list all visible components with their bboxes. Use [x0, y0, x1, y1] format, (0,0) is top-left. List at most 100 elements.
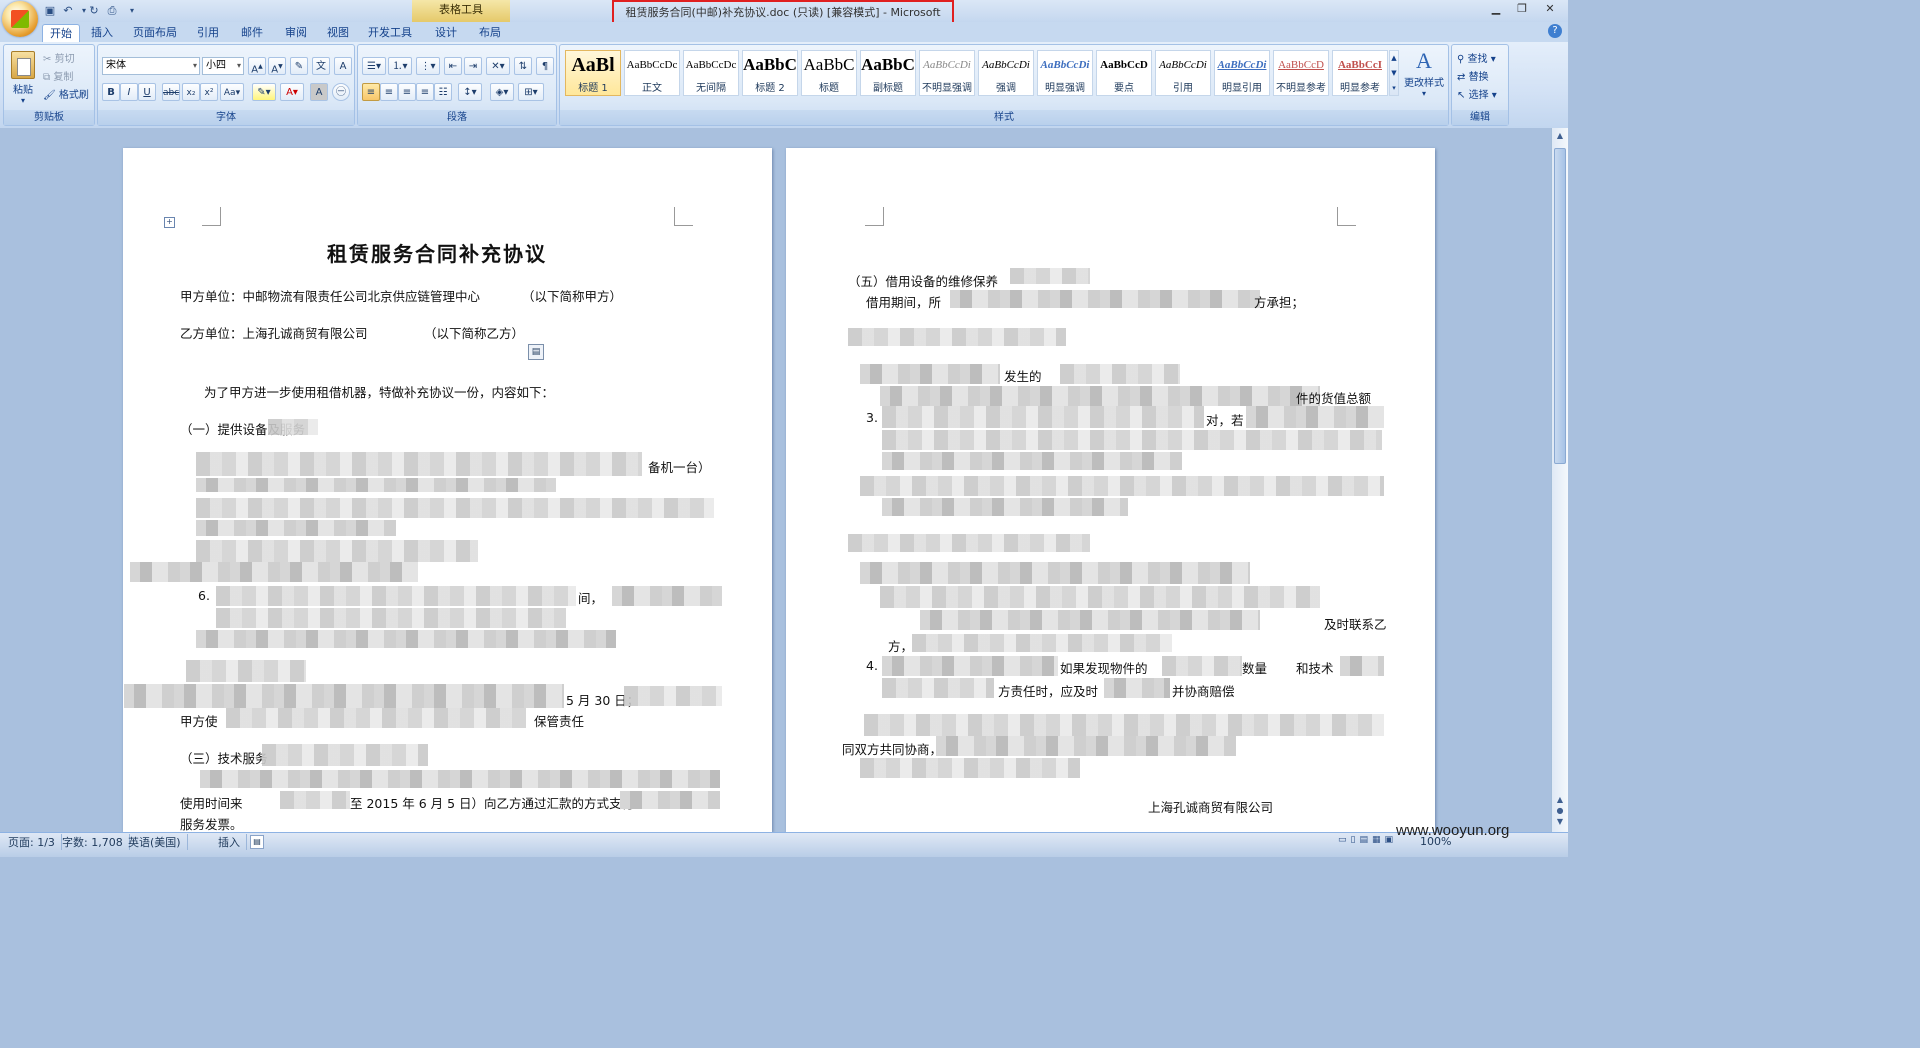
borders-icon[interactable]: ⊞▾ — [518, 83, 544, 101]
tab-view[interactable]: 视图 — [322, 24, 354, 42]
text-fragment: 方， — [888, 639, 914, 654]
font-color-icon[interactable]: A▾ — [280, 83, 304, 101]
italic-icon[interactable]: I — [120, 83, 138, 101]
numbering-icon[interactable]: ⒈▾ — [388, 57, 412, 75]
char-shading-icon[interactable]: A — [310, 83, 328, 101]
style-strong[interactable]: AaBbCcD 要点 — [1096, 50, 1152, 96]
text-fragment: 对，若 — [1206, 413, 1244, 428]
underline-icon[interactable]: U — [138, 83, 156, 101]
signature-company: 上海孔诚商贸有限公司 — [1148, 800, 1274, 815]
macro-record-icon[interactable]: ▤ — [250, 835, 264, 849]
shrink-font-icon[interactable]: A▼ — [268, 57, 286, 75]
style-emphasis[interactable]: AaBbCcDi 强调 — [978, 50, 1034, 96]
redo-icon[interactable]: ↻ — [86, 3, 102, 19]
tab-design[interactable]: 设计 — [430, 24, 462, 42]
style-normal[interactable]: AaBbCcDc 正文 — [624, 50, 680, 96]
enclose-char-icon[interactable]: ㊀ — [332, 83, 350, 101]
help-icon[interactable]: ? — [1548, 24, 1562, 38]
close-icon[interactable]: ✕ — [1538, 0, 1562, 18]
customize-toolbar-icon[interactable]: ▾ — [124, 3, 140, 19]
style-subtle-emphasis[interactable]: AaBbCcDi 不明显强调 — [919, 50, 975, 96]
style-name: 不明显强调 — [922, 83, 972, 94]
copy-button[interactable]: ⧉ 复制 — [42, 67, 94, 85]
tab-references[interactable]: 引用 — [192, 24, 224, 42]
print-preview-icon[interactable]: ⎙ — [104, 3, 120, 19]
strikethrough-icon[interactable]: abc — [162, 83, 180, 101]
grow-font-icon[interactable]: A▲ — [248, 57, 266, 75]
find-button[interactable]: ⚲ 查找 ▾ — [1456, 49, 1510, 67]
status-page[interactable]: 页面: 1/3 — [2, 834, 62, 850]
tab-page-layout[interactable]: 页面布局 — [130, 24, 180, 42]
justify-icon[interactable]: ≡ — [416, 83, 434, 101]
align-left-icon[interactable]: ≡ — [362, 83, 380, 101]
style-title[interactable]: AaBbC 标题 — [801, 50, 857, 96]
text-fragment: 甲方使 — [180, 714, 218, 729]
redacted-block — [880, 586, 1320, 608]
style-intense-emphasis[interactable]: AaBbCcDi 明显强调 — [1037, 50, 1093, 96]
table-move-handle-icon[interactable]: + — [164, 217, 175, 228]
scroll-up-icon[interactable]: ▲ — [1554, 131, 1566, 143]
chinese-layout-icon[interactable]: ✕▾ — [486, 57, 510, 75]
highlight-icon[interactable]: ✎▾ — [252, 83, 276, 101]
superscript-icon[interactable]: x² — [200, 83, 218, 101]
tab-home[interactable]: 开始 — [42, 24, 80, 43]
line-spacing-icon[interactable]: ↕▾ — [458, 83, 482, 101]
phonetic-guide-icon[interactable]: 文 — [312, 57, 330, 75]
distribute-icon[interactable]: ☷ — [434, 83, 452, 101]
save-icon[interactable]: ▣ — [42, 3, 58, 19]
style-intense-quote[interactable]: AaBbCcDi 明显引用 — [1214, 50, 1270, 96]
status-insert-mode[interactable]: 插入 — [212, 834, 247, 850]
style-intense-reference[interactable]: AaBbCcI 明显参考 — [1332, 50, 1388, 96]
format-painter-button[interactable]: 🖌 格式刷 — [42, 85, 96, 103]
minimize-icon[interactable]: ▁ — [1484, 0, 1508, 18]
margin-corner — [202, 207, 221, 226]
status-language[interactable]: 英语(美国) — [122, 834, 188, 850]
style-name: 明显引用 — [1222, 83, 1262, 94]
maximize-icon[interactable]: ❐ — [1510, 0, 1534, 18]
style-preview: AaBbCcDi — [1217, 59, 1267, 71]
increase-indent-icon[interactable]: ⇥ — [464, 57, 482, 75]
office-button[interactable] — [2, 1, 38, 37]
style-subtle-reference[interactable]: AaBbCcD 不明显参考 — [1273, 50, 1329, 96]
styles-scroll-icon[interactable]: ▲ ▼ ▾ — [1389, 50, 1399, 96]
redacted-block — [124, 684, 564, 708]
style-heading-1[interactable]: AaBl 标题 1 — [565, 50, 621, 96]
style-subtitle[interactable]: AaBbC 副标题 — [860, 50, 916, 96]
scrollbar-thumb[interactable] — [1554, 148, 1566, 464]
cut-button[interactable]: ✂ 剪切 — [42, 49, 94, 67]
style-quote[interactable]: AaBbCcDi 引用 — [1155, 50, 1211, 96]
replace-button[interactable]: ⇄ 替换 — [1456, 67, 1510, 85]
tab-layout[interactable]: 布局 — [474, 24, 506, 42]
select-button[interactable]: ↖ 选择 ▾ — [1456, 85, 1510, 103]
font-name-combo[interactable]: 宋体 ▾ — [102, 57, 200, 75]
tab-insert[interactable]: 插入 — [86, 24, 118, 42]
change-styles-button[interactable]: A 更改样式 ▾ — [1402, 48, 1446, 108]
tab-mailings[interactable]: 邮件 — [236, 24, 268, 42]
tab-developer[interactable]: 开发工具 — [364, 24, 416, 42]
multilevel-list-icon[interactable]: ⋮▾ — [416, 57, 440, 75]
align-center-icon[interactable]: ≡ — [380, 83, 398, 101]
bold-icon[interactable]: B — [102, 83, 120, 101]
status-words[interactable]: 字数: 1,708 — [56, 834, 130, 850]
subscript-icon[interactable]: x₂ — [182, 83, 200, 101]
decrease-indent-icon[interactable]: ⇤ — [444, 57, 462, 75]
char-border-icon[interactable]: A — [334, 57, 352, 75]
style-no-spacing[interactable]: AaBbCcDc 无间隔 — [683, 50, 739, 96]
show-marks-icon[interactable]: ¶ — [536, 57, 554, 75]
shading-icon[interactable]: ◈▾ — [490, 83, 514, 101]
bullets-icon[interactable]: ☰▾ — [362, 57, 386, 75]
paste-button[interactable]: 粘贴 ▾ — [8, 49, 38, 105]
redacted-block — [882, 498, 1128, 516]
clear-format-icon[interactable]: ✎ — [290, 57, 308, 75]
font-size-combo[interactable]: 小四 ▾ — [202, 57, 244, 75]
redacted-block — [882, 452, 1182, 470]
align-right-icon[interactable]: ≡ — [398, 83, 416, 101]
change-case-icon[interactable]: Aa▾ — [220, 83, 244, 101]
paste-options-icon[interactable]: ▤ — [528, 344, 544, 360]
style-heading-2[interactable]: AaBbC 标题 2 — [742, 50, 798, 96]
sort-icon[interactable]: ⇅ — [514, 57, 532, 75]
text-fragment: 使用时间来 — [180, 796, 243, 811]
page-nav-icons[interactable]: ▲ ● ▼ — [1554, 794, 1566, 828]
tab-review[interactable]: 审阅 — [280, 24, 312, 42]
undo-icon[interactable]: ↶ — [60, 3, 76, 19]
